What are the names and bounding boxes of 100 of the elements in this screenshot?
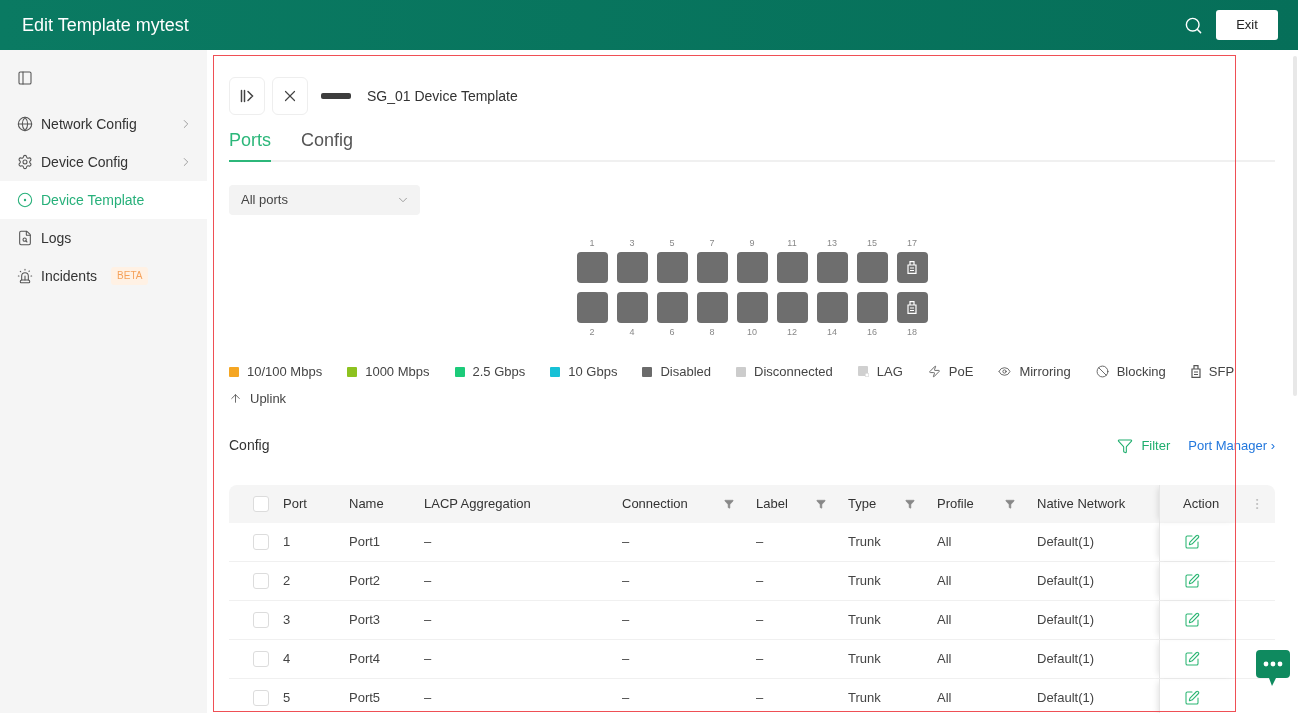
switch-port[interactable]: [656, 251, 688, 283]
column-header: Profile: [937, 494, 974, 513]
switch-port[interactable]: [656, 291, 688, 323]
gear-icon: [17, 154, 33, 170]
table-cell-text: Default(1): [1037, 532, 1095, 551]
tab[interactable]: Config: [301, 125, 354, 163]
edit-icon[interactable]: [1184, 572, 1200, 589]
port-number: 1: [588, 237, 596, 248]
edit-icon[interactable]: [1184, 650, 1200, 667]
legend-label: Disconnected: [754, 362, 833, 381]
table-cell-text: –: [424, 571, 432, 590]
table-cell-text: –: [622, 571, 630, 590]
switch-port[interactable]: [616, 251, 648, 283]
table-cell-text: –: [756, 688, 764, 707]
port-number: 6: [668, 326, 676, 337]
table-cell-text: Default(1): [1037, 688, 1095, 707]
switch-port[interactable]: [856, 291, 888, 323]
table-cell-text: 5: [283, 688, 291, 707]
switch-port[interactable]: [896, 291, 928, 323]
table-cell-text: Trunk: [848, 532, 881, 551]
switch-port[interactable]: [896, 251, 928, 283]
switch-port[interactable]: [736, 291, 768, 323]
table-cell-text: All: [937, 532, 952, 551]
checkbox[interactable]: [253, 650, 269, 667]
filter-icon[interactable]: [724, 498, 734, 509]
port-number: 3: [628, 237, 636, 248]
port-number: 12: [786, 326, 798, 337]
exit-button[interactable]: Exit: [1216, 10, 1278, 40]
port-number: 13: [826, 237, 838, 248]
table-cell-text: All: [937, 649, 952, 668]
switch-port[interactable]: [696, 291, 728, 323]
legend-label: Mirroring: [1019, 362, 1071, 381]
table-cell-text: Port2: [349, 571, 381, 590]
bars-chevron-icon: [239, 88, 255, 104]
legend-label: 1000 Mbps: [365, 362, 430, 381]
table-cell-text: Trunk: [848, 610, 881, 629]
port-filter-select[interactable]: All ports: [229, 185, 420, 215]
arrow-up-icon: [229, 392, 242, 406]
table-cell-text: Trunk: [848, 571, 881, 590]
switch-port[interactable]: [576, 291, 608, 323]
legend-label: Disabled: [660, 362, 711, 381]
chat-bubble-icon[interactable]: [1256, 650, 1290, 686]
switch-port[interactable]: [856, 251, 888, 283]
globe-icon: [17, 116, 33, 132]
edit-icon[interactable]: [1184, 533, 1200, 550]
blocked-circle-icon: [1095, 365, 1109, 379]
search-icon[interactable]: [1184, 15, 1203, 35]
edit-icon[interactable]: [1184, 611, 1200, 628]
column-header: Name: [349, 494, 384, 513]
table-cell-text: –: [622, 532, 630, 551]
filter-icon[interactable]: [1005, 498, 1015, 509]
filter-icon[interactable]: [905, 498, 915, 509]
switch-port[interactable]: [616, 291, 648, 323]
port-number: 17: [906, 237, 918, 248]
table-cell-text: –: [756, 532, 764, 551]
checkbox[interactable]: [253, 611, 269, 628]
column-header: Connection: [622, 494, 688, 513]
table-cell-text: All: [937, 610, 952, 629]
edit-icon[interactable]: [1184, 689, 1200, 706]
sidebar-item[interactable]: Device Config: [0, 143, 207, 181]
legend-label: Blocking: [1116, 362, 1166, 381]
switch-port[interactable]: [736, 251, 768, 283]
table-cell-text: 3: [283, 610, 291, 629]
table-cell-text: Default(1): [1037, 571, 1095, 590]
column-header: LACP Aggregation: [424, 494, 531, 513]
switch-port[interactable]: [816, 251, 848, 283]
expand-panel-button[interactable]: [229, 77, 265, 115]
port-number: 8: [708, 326, 716, 337]
device-title: SG_01 Device Template: [367, 86, 518, 106]
checkbox[interactable]: [253, 495, 269, 512]
table-cell-text: All: [937, 571, 952, 590]
sidebar-toggle-icon[interactable]: [17, 70, 33, 86]
sidebar-item[interactable]: Incidents BETA: [0, 257, 207, 295]
legend-label: Uplink: [250, 389, 287, 408]
column-header: Action: [1183, 494, 1220, 513]
table-cell-text: –: [424, 532, 432, 551]
switch-port[interactable]: [576, 251, 608, 283]
filter-icon[interactable]: [816, 498, 826, 509]
checkbox[interactable]: [253, 533, 269, 550]
checkbox[interactable]: [253, 572, 269, 589]
legend-label: SFP: [1208, 362, 1235, 381]
funnel-icon: [1117, 437, 1134, 454]
sidebar-item[interactable]: Logs: [0, 219, 207, 257]
switch-port[interactable]: [816, 291, 848, 323]
lag-square-icon: [857, 366, 869, 378]
port-number: 16: [866, 326, 878, 337]
table-cell-text: 4: [283, 649, 291, 668]
port-number: 18: [906, 326, 918, 337]
port-number: 14: [826, 326, 838, 337]
switch-device-icon: [321, 93, 351, 99]
sidebar-item[interactable]: Network Config: [0, 105, 207, 143]
checkbox[interactable]: [253, 689, 269, 706]
table-cell-text: All: [937, 688, 952, 707]
window-title: Edit Template mytest: [22, 13, 189, 37]
table-cell-text: Port4: [349, 649, 381, 668]
switch-port[interactable]: [696, 251, 728, 283]
switch-port[interactable]: [776, 251, 808, 283]
table-cell-text: –: [622, 610, 630, 629]
switch-port[interactable]: [776, 291, 808, 323]
legend-label: 10/100 Mbps: [247, 362, 323, 381]
